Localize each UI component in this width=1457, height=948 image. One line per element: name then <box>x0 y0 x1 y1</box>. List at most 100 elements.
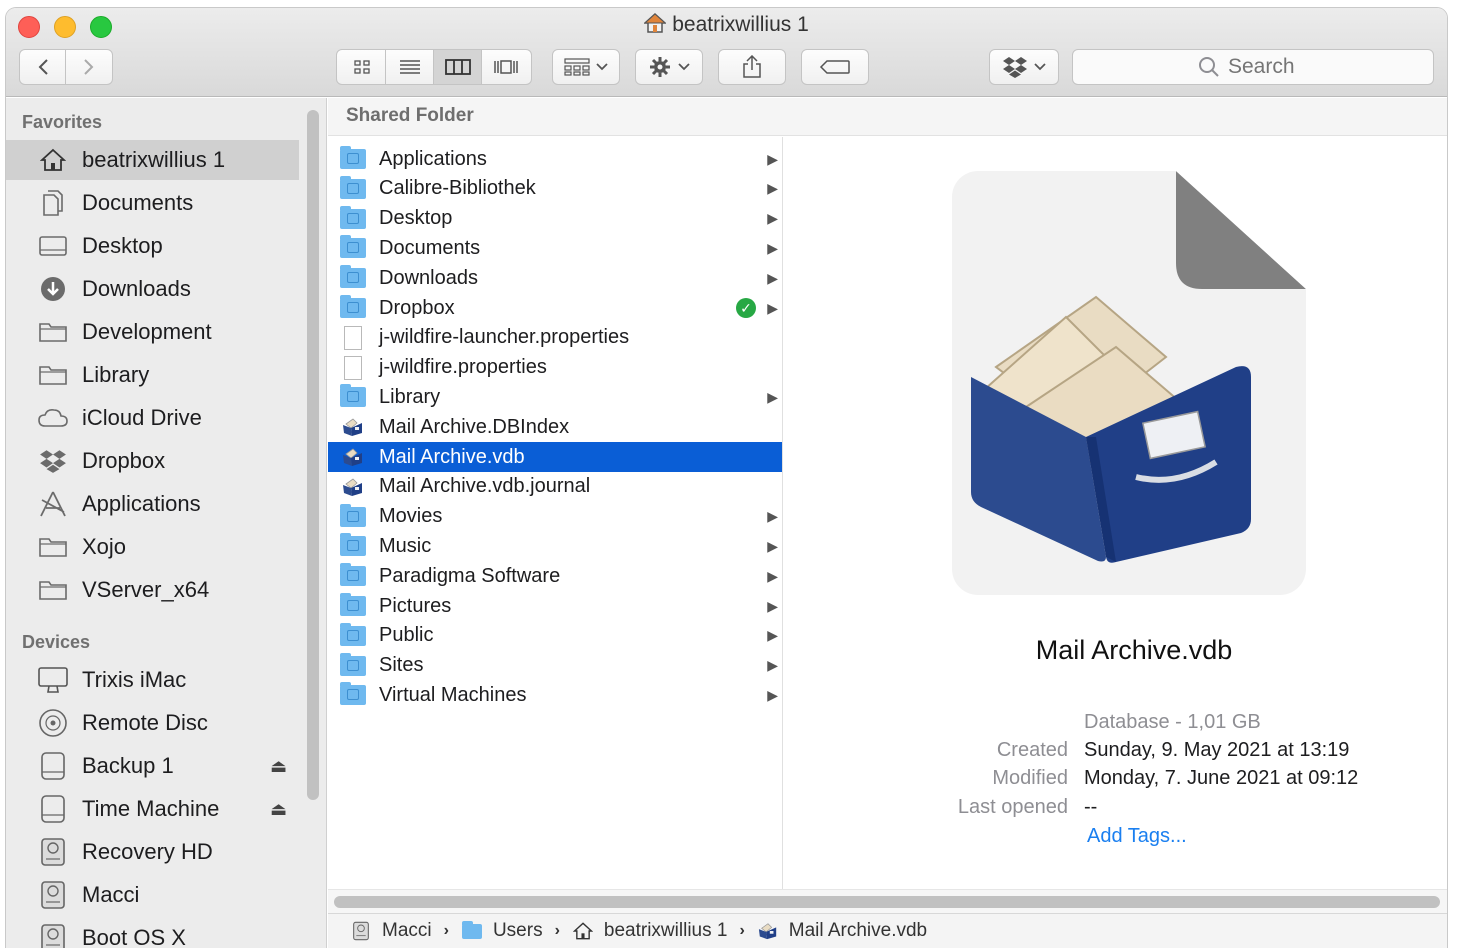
search-input[interactable] <box>1228 55 1308 79</box>
sidebar-item-label: Recovery HD <box>82 839 213 864</box>
sidebar: Favorites beatrixwillius 1 Documents Deskt… <box>6 98 327 948</box>
file-row[interactable]: Music ▶ <box>328 531 782 561</box>
path-item[interactable]: Mail Archive.vdb <box>757 920 927 942</box>
file-name: Paradigma Software <box>379 564 561 587</box>
file-row[interactable]: Public ▶ <box>328 621 782 651</box>
file-row[interactable]: Paradigma Software ▶ <box>328 561 782 591</box>
sidebar-item-xojo[interactable]: Xojo <box>6 527 299 567</box>
file-row[interactable]: Mail Archive.DBIndex <box>328 412 782 442</box>
file-row[interactable]: Sites ▶ <box>328 651 782 681</box>
folder-icon <box>36 532 70 562</box>
sidebar-item-boot-os-x[interactable]: Boot OS X <box>6 918 299 948</box>
search-icon <box>1199 57 1219 77</box>
file-info: Database - 1,01 GB Created Sunday, 9. Ma… <box>784 711 1447 861</box>
back-forward-control <box>19 49 113 85</box>
sidebar-item-applications[interactable]: Applications <box>6 484 299 524</box>
file-row[interactable]: j-wildfire-launcher.properties <box>328 323 782 353</box>
sidebar-item-dropbox[interactable]: Dropbox <box>6 441 299 481</box>
last-opened-label: Last opened <box>957 796 1068 818</box>
share-icon <box>743 55 761 78</box>
dropbox-icon <box>1003 57 1027 78</box>
eject-icon[interactable]: ⏏ <box>270 799 287 820</box>
sidebar-item-library[interactable]: Library <box>6 355 299 395</box>
file-name: Calibre-Bibliothek <box>379 177 536 200</box>
sidebar-item-label: Boot OS X <box>82 925 186 948</box>
group-button[interactable] <box>552 49 620 85</box>
desktop-icon <box>36 231 70 261</box>
gallery-view-button[interactable] <box>482 50 530 84</box>
disclosure-arrow-icon: ▶ <box>767 597 778 614</box>
sidebar-item-development[interactable]: Development <box>6 312 299 352</box>
sidebar-item-downloads[interactable]: Downloads <box>6 269 299 309</box>
eject-icon[interactable]: ⏏ <box>270 756 287 777</box>
mail-archive-icon <box>339 476 367 498</box>
column-header: Shared Folder <box>328 98 1447 136</box>
sidebar-item-backup-1[interactable]: Backup 1 ⏏ <box>6 746 299 786</box>
sidebar-item-icloud-drive[interactable]: iCloud Drive <box>6 398 299 438</box>
applications-icon <box>36 489 70 519</box>
document-icon <box>339 355 367 380</box>
sidebar-item-label: Downloads <box>82 276 191 301</box>
disclosure-arrow-icon: ▶ <box>767 537 778 554</box>
file-row[interactable]: Movies ▶ <box>328 502 782 532</box>
sidebar-item-time-machine[interactable]: Time Machine ⏏ <box>6 789 299 829</box>
path-item[interactable]: Users <box>461 920 543 942</box>
group-icon <box>564 58 590 76</box>
share-button[interactable] <box>718 49 786 85</box>
sidebar-item-documents[interactable]: Documents <box>6 183 299 223</box>
list-view-button[interactable] <box>386 50 434 84</box>
dropbox-button[interactable] <box>989 49 1059 85</box>
hd-icon <box>36 880 70 910</box>
file-name: j-wildfire.properties <box>379 356 547 379</box>
file-row[interactable]: Applications ▶ <box>328 144 782 174</box>
file-row[interactable]: Documents ▶ <box>328 233 782 263</box>
file-row[interactable]: Virtual Machines ▶ <box>328 680 782 710</box>
created-label: Created <box>996 739 1068 761</box>
path-item[interactable]: beatrixwillius 1 <box>572 920 727 942</box>
sidebar-item-vserver-x64[interactable]: VServer_x64 <box>6 570 299 610</box>
file-row[interactable]: Library ▶ <box>328 382 782 412</box>
sidebar-item-label: Library <box>82 362 150 387</box>
action-button[interactable] <box>635 49 703 85</box>
folder-icon <box>339 295 367 319</box>
icon-view-button[interactable] <box>338 50 386 84</box>
file-row[interactable]: Pictures ▶ <box>328 591 782 621</box>
sidebar-item-macci[interactable]: Macci <box>6 875 299 915</box>
add-tags-link[interactable]: Add Tags... <box>1087 825 1187 848</box>
folder-icon <box>339 622 367 647</box>
folder-icon <box>36 317 70 347</box>
file-row[interactable]: Mail Archive.vdb <box>328 442 782 472</box>
scrollbar-thumb[interactable] <box>334 896 1440 908</box>
sidebar-scrollbar[interactable] <box>307 110 319 800</box>
sidebar-item-desktop[interactable]: Desktop <box>6 226 299 266</box>
sidebar-item-remote-disc[interactable]: Remote Disc <box>6 703 299 743</box>
sidebar-item-label: Documents <box>82 190 194 215</box>
file-row[interactable]: Dropbox ✓ ▶ <box>328 293 782 323</box>
chevron-left-icon <box>38 59 48 75</box>
edit-tags-button[interactable] <box>801 49 869 85</box>
disclosure-arrow-icon: ▶ <box>767 627 778 644</box>
disc-icon <box>36 708 70 738</box>
sidebar-item-beatrixwillius-1[interactable]: beatrixwillius 1 <box>6 140 299 180</box>
file-row[interactable]: Desktop ▶ <box>328 204 782 234</box>
imac-icon <box>36 665 70 695</box>
preview-pane: Mail Archive.vdb Database - 1,01 GB Crea… <box>784 137 1447 889</box>
sidebar-item-recovery-hd[interactable]: Recovery HD <box>6 832 299 872</box>
file-row[interactable]: Downloads ▶ <box>328 263 782 293</box>
column-view-button[interactable] <box>434 50 482 84</box>
folder-icon <box>339 175 367 200</box>
search-field[interactable] <box>1072 49 1434 85</box>
file-kind-size: Database - 1,01 GB <box>1084 711 1261 733</box>
back-button[interactable] <box>20 50 66 84</box>
file-row[interactable]: j-wildfire.properties <box>328 353 782 383</box>
home-icon <box>572 921 594 941</box>
sidebar-item-trixis-imac[interactable]: Trixis iMac <box>6 660 299 700</box>
file-row[interactable]: Mail Archive.vdb.journal <box>328 472 782 502</box>
column-view-icon <box>444 59 471 75</box>
dropbox-icon <box>36 446 70 476</box>
forward-button[interactable] <box>66 50 112 84</box>
path-item[interactable]: Macci <box>350 920 432 942</box>
folder-icon <box>339 563 367 587</box>
file-row[interactable]: Calibre-Bibliothek ▶ <box>328 174 782 204</box>
horizontal-scrollbar[interactable] <box>328 889 1447 913</box>
